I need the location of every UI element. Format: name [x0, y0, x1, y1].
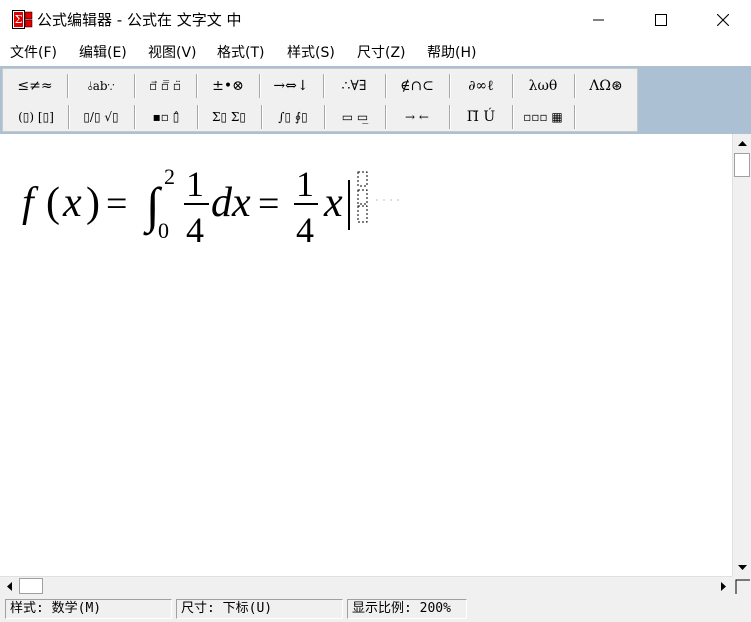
triangle-down-icon: [738, 564, 747, 570]
set-theory-palette-icon[interactable]: ∉∩⊂: [389, 72, 445, 100]
fences-palette-icon[interactable]: (▯) [▯]: [7, 103, 65, 131]
close-button[interactable]: [700, 0, 746, 40]
equals-sign-2: =: [258, 183, 279, 225]
toolbar-separator: [134, 105, 135, 129]
matrices-palette-icon[interactable]: ▫▫▫ ▦: [516, 103, 570, 131]
maximize-icon: [655, 14, 667, 26]
menu-bar: 文件(F) 编辑(E) 视图(V) 格式(T) 样式(S) 尺寸(Z) 帮助(H…: [0, 41, 751, 65]
toolbar-separator: [385, 74, 386, 98]
toolbar-row-symbols: ≤≠≈ ⫰ab∵ ▫⃗ ▫̿ ▫̈ ±•⊗ →⇔↓ ∴∀∃ ∉∩⊂ ∂∞ℓ λω…: [3, 72, 639, 102]
greek-uppercase-palette-icon[interactable]: ΛΩ⊛: [578, 72, 634, 100]
toolbar-separator: [324, 105, 325, 129]
status-zoom: 显示比例: 200%: [347, 599, 467, 619]
vertical-scroll-thumb[interactable]: [734, 153, 750, 177]
close-paren: ): [86, 180, 100, 226]
empty-slot-placeholder[interactable]: [357, 205, 368, 223]
minimize-button[interactable]: [576, 0, 622, 40]
integral-upper-limit: 2: [164, 164, 175, 189]
toolbar-separator: [574, 74, 575, 98]
menu-edit[interactable]: 编辑(E): [79, 44, 127, 62]
underbar-overbar-palette-icon[interactable]: ▭ ▭̲: [328, 103, 382, 131]
toolbar-separator: [512, 105, 513, 129]
toolbar-separator: [259, 74, 260, 98]
logic-palette-icon[interactable]: ∴∀∃: [327, 72, 381, 100]
misc-symbols-palette-icon[interactable]: ∂∞ℓ: [453, 72, 509, 100]
status-size: 尺寸: 下标(U): [176, 599, 343, 619]
toolbar-separator: [323, 74, 324, 98]
toolbar-separator: [512, 74, 513, 98]
labeled-arrows-palette-icon[interactable]: → ←: [389, 103, 445, 131]
scroll-right-button[interactable]: [714, 577, 732, 596]
differential-dx: dx: [211, 180, 251, 226]
toolbar-separator: [385, 105, 386, 129]
toolbar-separator: [196, 74, 197, 98]
equation-editor-app-icon: Σ: [12, 10, 33, 29]
toolbar-separator: [68, 105, 69, 129]
toolbar-separator: [574, 105, 575, 129]
resize-grip-icon: [735, 579, 750, 594]
equation-editing-area[interactable]: f ( x ) = ∫ 2 0 1 4 dx = 1 4 x: [0, 134, 732, 576]
window-title: 公式编辑器 - 公式在 文字文 中: [37, 11, 242, 29]
menu-help[interactable]: 帮助(H): [427, 44, 476, 62]
integrals-palette-icon[interactable]: ∫▯ ∮▯: [265, 103, 321, 131]
toolbar-separator: [67, 74, 68, 98]
relations-palette-icon[interactable]: ≤≠≈: [7, 72, 63, 100]
toolbar-separator: [449, 74, 450, 98]
menu-size[interactable]: 尺寸(Z): [357, 44, 406, 62]
symbol-toolbar: ≤≠≈ ⫰ab∵ ▫⃗ ▫̿ ▫̈ ±•⊗ →⇔↓ ∴∀∃ ∉∩⊂ ∂∞ℓ λω…: [0, 66, 751, 134]
toolbar-separator: [449, 105, 450, 129]
toolbar-separator: [197, 105, 198, 129]
summation-palette-icon[interactable]: Σ▯ Σ▯: [200, 103, 258, 131]
rhs-variable-x: x: [323, 180, 343, 226]
vertical-scrollbar[interactable]: [732, 134, 751, 576]
fractions-radicals-palette-icon[interactable]: ▯/▯ √▯: [72, 103, 130, 131]
operators-palette-icon[interactable]: ±•⊗: [200, 72, 256, 100]
status-style: 样式: 数学(M): [5, 599, 172, 619]
horizontal-scrollbar[interactable]: [0, 576, 732, 595]
empty-slot-placeholder[interactable]: [357, 189, 368, 205]
menu-format[interactable]: 格式(T): [217, 44, 264, 62]
equation: f ( x ) = ∫ 2 0 1 4 dx = 1 4 x: [22, 164, 404, 250]
menu-view[interactable]: 视图(V): [148, 44, 197, 62]
toolbar-palette-panel: ≤≠≈ ⫰ab∵ ▫⃗ ▫̿ ▫̈ ±•⊗ →⇔↓ ∴∀∃ ∉∩⊂ ∂∞ℓ λω…: [2, 68, 638, 132]
fraction2-denominator: 4: [296, 210, 314, 250]
embellishments-palette-icon[interactable]: ▫⃗ ▫̿ ▫̈: [138, 72, 192, 100]
minimize-icon: [593, 19, 604, 21]
fraction1-denominator: 4: [186, 210, 204, 250]
arrows-palette-icon[interactable]: →⇔↓: [263, 72, 319, 100]
spaces-ellipses-palette-icon[interactable]: ⫰ab∵: [71, 72, 131, 100]
subscript-superscript-palette-icon[interactable]: ▪▫ ▯̂: [138, 103, 194, 131]
fraction2-numerator: 1: [296, 164, 314, 204]
status-bar: 样式: 数学(M) 尺寸: 下标(U) 显示比例: 200%: [0, 595, 751, 622]
triangle-up-icon: [738, 140, 747, 146]
products-set-theory-palette-icon[interactable]: Π̈ Ú: [453, 103, 509, 131]
toolbar-row-templates: (▯) [▯] ▯/▯ √▯ ▪▫ ▯̂ Σ▯ Σ▯ ∫▯ ∮▯ ▭ ▭̲ → …: [3, 103, 639, 133]
menu-file[interactable]: 文件(F): [10, 44, 57, 62]
horizontal-scroll-thumb[interactable]: [19, 578, 43, 594]
menu-style[interactable]: 样式(S): [287, 44, 335, 62]
scroll-down-button[interactable]: [733, 558, 751, 576]
integral-lower-limit: 0: [158, 218, 169, 243]
scroll-up-button[interactable]: [733, 134, 751, 152]
empty-slot-placeholder[interactable]: [357, 171, 368, 187]
toolbar-separator: [134, 74, 135, 98]
open-paren: (: [46, 180, 60, 226]
greek-lowercase-palette-icon[interactable]: λωθ: [516, 72, 570, 100]
function-f: f: [22, 180, 39, 226]
scroll-left-button[interactable]: [0, 577, 18, 596]
size-grip[interactable]: [732, 576, 751, 595]
variable-x: x: [62, 180, 82, 226]
fraction1-numerator: 1: [186, 164, 204, 204]
maximize-button[interactable]: [638, 0, 684, 40]
triangle-left-icon: [6, 582, 12, 591]
close-icon: [717, 14, 729, 26]
toolbar-separator: [261, 105, 262, 129]
triangle-right-icon: [720, 582, 726, 591]
svg-text:Σ: Σ: [15, 13, 23, 26]
title-bar: Σ 公式编辑器 - 公式在 文字文 中: [0, 0, 751, 40]
equals-sign-1: =: [106, 183, 127, 225]
